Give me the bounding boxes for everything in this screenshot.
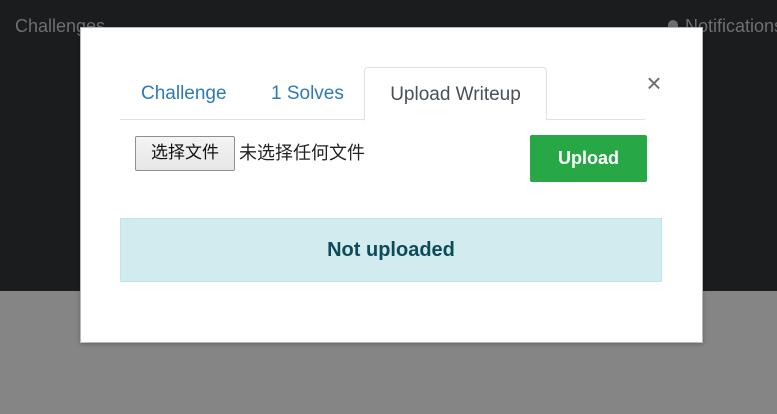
close-icon[interactable]: × (643, 68, 665, 98)
upload-button[interactable]: Upload (530, 135, 647, 182)
choose-file-button[interactable]: 选择文件 (135, 136, 235, 171)
file-status-text: 未选择任何文件 (239, 143, 365, 164)
upload-status-alert: Not uploaded (120, 218, 662, 282)
tab-challenge[interactable]: Challenge (141, 67, 227, 120)
tab-upload-writeup[interactable]: Upload Writeup (364, 67, 547, 121)
tab-solves[interactable]: 1 Solves (271, 67, 344, 120)
modal-tabs: Challenge 1 Solves Upload Writeup (120, 67, 645, 121)
